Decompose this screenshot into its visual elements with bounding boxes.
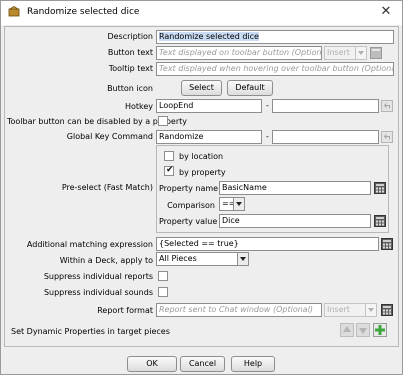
calculator-icon[interactable] <box>381 304 393 316</box>
additional-matching-label: Additional matching expression <box>26 240 153 249</box>
additional-matching-field[interactable]: {Selected == true} <box>156 237 379 251</box>
calculator-icon[interactable] <box>381 238 393 250</box>
window-title: Randomize selected dice <box>27 7 140 17</box>
help-button[interactable]: Help <box>231 356 275 372</box>
cancel-button[interactable]: Cancel <box>180 356 225 372</box>
select-icon-button[interactable]: Select <box>181 80 222 96</box>
comparison-label: Comparison <box>167 201 215 210</box>
property-value-field[interactable]: Dice <box>219 214 371 228</box>
add-icon[interactable] <box>373 323 387 337</box>
toolbar-disable-checkbox[interactable] <box>158 116 168 126</box>
tooltip-text-label: Tooltip text <box>108 64 153 73</box>
move-up-icon <box>340 323 354 337</box>
tooltip-text-field[interactable]: Text displayed when hovering over toolba… <box>156 62 394 76</box>
property-name-label: Property name <box>159 184 219 193</box>
dynamic-properties-label: Set Dynamic Properties in target pieces <box>11 327 170 336</box>
move-down-icon <box>356 323 370 337</box>
description-label: Description <box>107 32 153 41</box>
app-logo-icon <box>8 6 20 17</box>
by-property-label: by property <box>179 168 226 177</box>
global-key-command-field[interactable]: Randomize <box>156 130 262 144</box>
within-deck-label: Within a Deck, apply to <box>59 256 153 265</box>
hotkey-label: Hotkey <box>124 102 153 111</box>
preselect-label: Pre-select (Fast Match) <box>61 183 153 192</box>
hotkey-field[interactable]: LoopEnd <box>156 99 262 113</box>
report-format-field[interactable]: Report sent to Chat window (Optional) <box>156 303 322 317</box>
property-value-label: Property value <box>159 217 218 226</box>
close-icon[interactable]: ✕ <box>378 4 394 20</box>
within-deck-combo[interactable]: All Pieces <box>156 252 249 266</box>
hotkey-secondary-field[interactable] <box>272 99 379 113</box>
undo-icon[interactable] <box>381 100 393 112</box>
suppress-sounds-checkbox[interactable] <box>158 287 168 297</box>
calculator-icon[interactable] <box>374 215 386 227</box>
button-text-field[interactable]: Text displayed on toolbar button (Option… <box>156 46 322 60</box>
description-field[interactable]: Randomize selected dice <box>156 30 394 44</box>
calculator-icon[interactable] <box>374 182 386 194</box>
by-location-checkbox[interactable] <box>164 151 174 161</box>
button-icon-label: Button icon <box>107 84 153 93</box>
report-format-label: Report format <box>97 306 153 315</box>
property-name-field[interactable]: BasicName <box>219 181 371 195</box>
calculator-icon <box>370 47 382 59</box>
suppress-sounds-label: Suppress individual sounds <box>43 288 153 297</box>
hotkey-separator: - <box>266 101 269 110</box>
global-key-command-label: Global Key Command <box>66 132 153 141</box>
report-format-insert-combo: Insert <box>324 303 377 317</box>
suppress-reports-checkbox[interactable] <box>158 271 168 281</box>
button-text-insert-combo: Insert <box>324 46 367 60</box>
undo-icon[interactable] <box>381 131 393 143</box>
global-key-separator: - <box>266 132 269 141</box>
title-bar: Randomize selected dice ✕ <box>1 1 402 25</box>
dialog-window: Randomize selected dice ✕ Description Ra… <box>0 0 403 375</box>
button-text-label: Button text <box>107 48 153 57</box>
default-icon-button[interactable]: Default <box>227 80 273 96</box>
ok-button[interactable]: OK <box>127 356 177 372</box>
toolbar-disable-label: Toolbar button can be disabled by a prop… <box>7 117 187 126</box>
by-property-checkbox[interactable] <box>164 165 174 176</box>
global-key-secondary-field[interactable] <box>272 130 379 144</box>
comparison-combo[interactable]: == <box>219 197 245 211</box>
by-location-label: by location <box>179 152 224 161</box>
suppress-reports-label: Suppress individual reports <box>43 272 153 281</box>
